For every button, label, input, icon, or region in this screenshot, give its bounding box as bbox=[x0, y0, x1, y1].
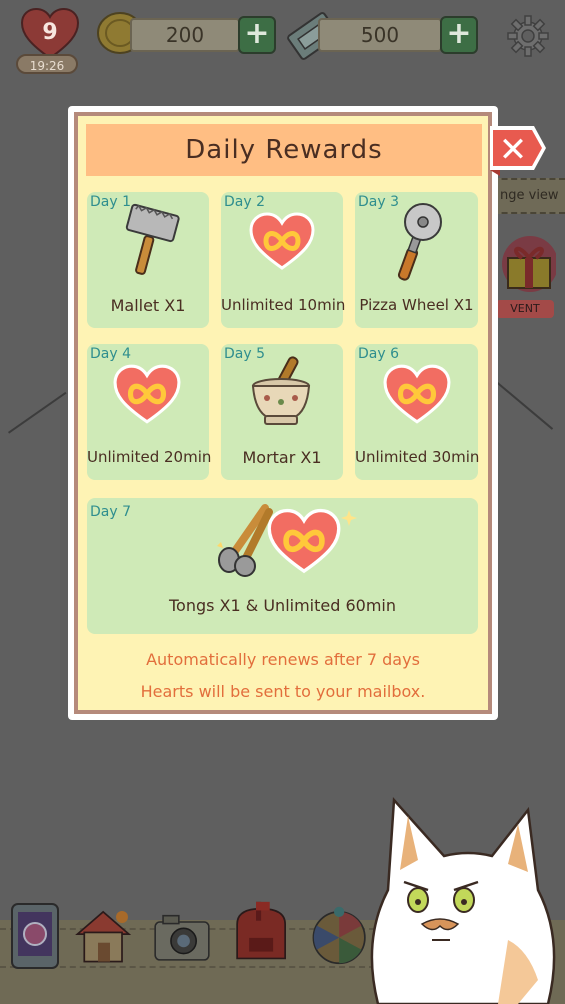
infinity-heart-icon bbox=[267, 508, 341, 574]
reward-name: Unlimited 30min bbox=[355, 448, 480, 466]
hearts-count: 9 bbox=[42, 20, 58, 45]
phone-icon[interactable] bbox=[6, 900, 66, 970]
reward-card-day-1[interactable]: Day 1 Mallet X1 bbox=[87, 192, 209, 328]
heart-timer: 19:26 bbox=[16, 54, 78, 74]
house-icon[interactable] bbox=[74, 900, 134, 970]
gift-icon[interactable] bbox=[496, 228, 556, 308]
add-coins-button[interactable]: + bbox=[238, 16, 276, 54]
settings-gear-icon[interactable] bbox=[506, 14, 550, 58]
day-label: Day 4 bbox=[90, 346, 132, 362]
reward-card-day-3[interactable]: Day 3 Pizza Wheel X1 bbox=[355, 192, 478, 328]
string-line-left bbox=[8, 391, 67, 434]
string-line-right bbox=[496, 382, 554, 430]
reward-name: Mortar X1 bbox=[242, 448, 322, 467]
reward-name: Unlimited 20min bbox=[87, 448, 212, 466]
dialog-title: Daily Rewards bbox=[86, 124, 482, 176]
reward-card-day-5[interactable]: Day 5 Mortar X1 bbox=[221, 344, 343, 480]
mallet-icon bbox=[125, 203, 180, 275]
renew-note: Automatically renews after 7 days bbox=[146, 650, 420, 669]
reward-name: Unlimited 10min bbox=[221, 296, 346, 314]
coins-value: 200 bbox=[130, 18, 240, 52]
day-label: Day 6 bbox=[358, 346, 400, 362]
reward-name: Tongs X1 & Unlimited 60min bbox=[168, 596, 396, 615]
infinity-heart-icon bbox=[383, 364, 451, 424]
reward-name: Mallet X1 bbox=[110, 296, 186, 315]
reward-card-day-2[interactable]: Day 2 Unlimited 10min bbox=[221, 192, 346, 328]
event-label[interactable]: VENT bbox=[496, 300, 554, 318]
day-label: Day 2 bbox=[224, 194, 266, 210]
tickets-value: 500 bbox=[318, 18, 442, 52]
reward-name: Pizza Wheel X1 bbox=[359, 296, 474, 314]
add-tickets-button[interactable]: + bbox=[440, 16, 478, 54]
pizza-wheel-icon bbox=[397, 203, 442, 281]
mailbox-note: Hearts will be sent to your mailbox. bbox=[140, 682, 426, 701]
day-label: Day 7 bbox=[90, 504, 132, 520]
close-button[interactable]: ✕ bbox=[490, 128, 536, 172]
reward-card-day-4[interactable]: Day 4 Unlimited 20min bbox=[87, 344, 212, 480]
cat-mascot-icon bbox=[370, 796, 556, 1004]
reward-card-day-7[interactable]: Day 7 Tongs X1 & Unlimited 60min bbox=[87, 498, 478, 634]
mortar-icon bbox=[251, 356, 311, 425]
sparkle-icon bbox=[341, 510, 357, 526]
camera-icon[interactable] bbox=[152, 902, 212, 972]
infinity-heart-icon bbox=[113, 364, 181, 424]
mailbox-icon[interactable] bbox=[232, 896, 292, 966]
change-view-button[interactable]: nge view bbox=[492, 178, 565, 214]
infinity-heart-icon bbox=[249, 212, 315, 270]
reward-card-day-6[interactable]: Day 6 Unlimited 30min bbox=[355, 344, 480, 480]
